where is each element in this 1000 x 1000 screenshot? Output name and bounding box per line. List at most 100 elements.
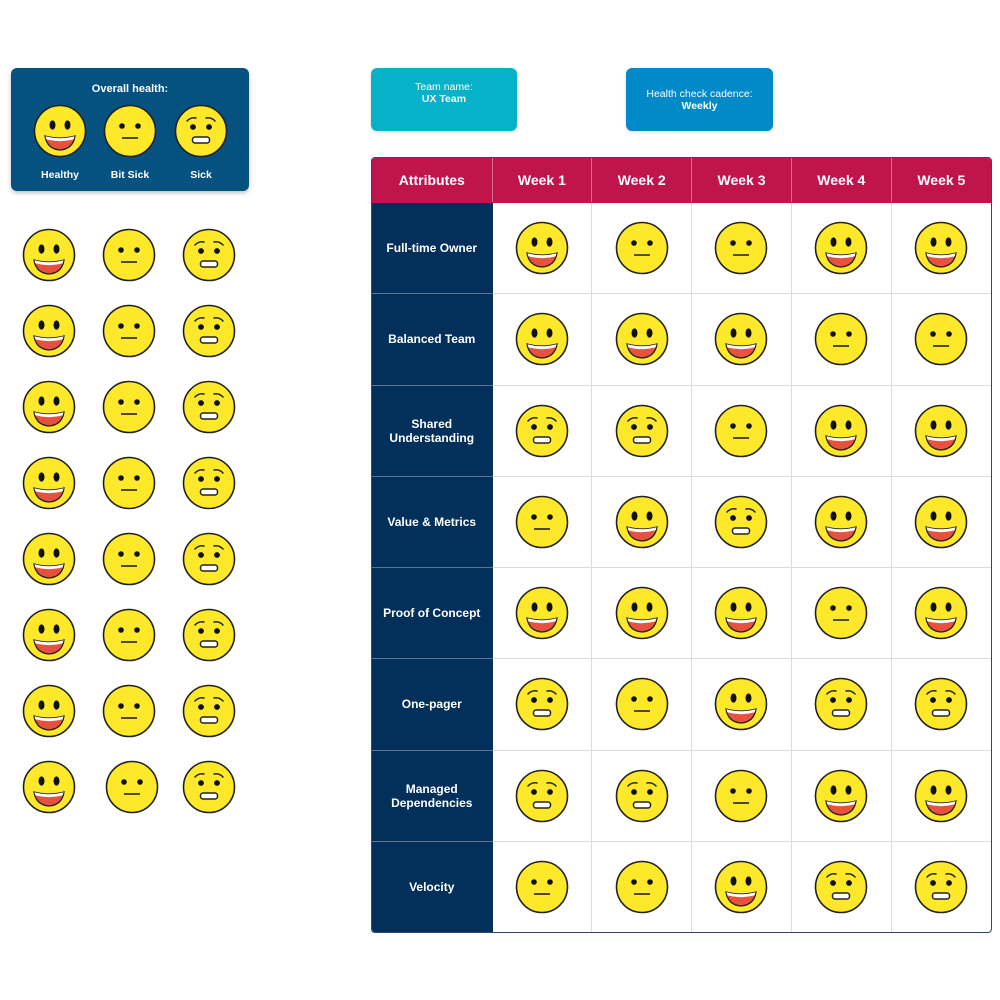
healthy-face-icon: [914, 495, 968, 549]
week-4-cell[interactable]: [791, 293, 892, 386]
week-2-cell[interactable]: [591, 293, 693, 386]
healthy-face-icon[interactable]: [22, 760, 76, 814]
week-4-cell[interactable]: [791, 841, 892, 932]
healthy-face-icon: [714, 860, 768, 914]
legend-label: Sick: [190, 169, 212, 181]
bit-sick-face-icon[interactable]: [102, 684, 156, 738]
week-3-cell[interactable]: [691, 841, 792, 932]
week-1-cell[interactable]: [492, 841, 593, 932]
week-1-cell[interactable]: [492, 385, 593, 477]
table-row: Proof of Concept: [372, 567, 991, 660]
week-2-cell[interactable]: [591, 841, 693, 932]
week-2-cell[interactable]: [591, 567, 693, 660]
week-5-cell[interactable]: [891, 202, 991, 295]
healthy-face-icon[interactable]: [22, 228, 76, 282]
legend-label: Bit Sick: [110, 169, 150, 181]
week-1-cell[interactable]: [492, 476, 593, 569]
healthy-face-icon: [714, 586, 768, 640]
week-2-cell[interactable]: [591, 202, 693, 295]
header-week-1: Week 1: [492, 158, 593, 203]
table-row: Value & Metrics: [372, 476, 991, 569]
week-5-cell[interactable]: [891, 750, 991, 842]
healthy-face-icon: [615, 495, 669, 549]
bit-sick-face-icon: [515, 860, 569, 914]
sick-face-icon[interactable]: [182, 608, 236, 662]
team-name-card: Team name: UX Team: [371, 68, 517, 131]
bit-sick-face-icon[interactable]: [102, 380, 156, 434]
week-5-cell[interactable]: [891, 385, 991, 477]
week-1-cell[interactable]: [492, 567, 593, 660]
sick-face-icon[interactable]: [182, 380, 236, 434]
bit-sick-face-icon[interactable]: [102, 456, 156, 510]
sick-face-icon: [174, 104, 228, 158]
week-1-cell[interactable]: [492, 750, 593, 842]
week-4-cell[interactable]: [791, 385, 892, 477]
week-3-cell[interactable]: [691, 476, 792, 569]
sick-face-icon: [814, 677, 868, 731]
week-2-cell[interactable]: [591, 750, 693, 842]
healthy-face-icon[interactable]: [22, 608, 76, 662]
healthy-face-icon[interactable]: [22, 380, 76, 434]
week-2-cell[interactable]: [591, 658, 693, 751]
healthy-face-icon[interactable]: [22, 532, 76, 586]
week-5-cell[interactable]: [891, 476, 991, 569]
header-week-3: Week 3: [691, 158, 792, 203]
week-3-cell[interactable]: [691, 293, 792, 386]
week-3-cell[interactable]: [691, 658, 792, 751]
table-row: One-pager: [372, 658, 991, 751]
legend-item-bit-sick: Bit Sick: [100, 104, 160, 181]
bit-sick-face-icon: [814, 312, 868, 366]
week-3-cell[interactable]: [691, 567, 792, 660]
attribute-label: Shared Understanding: [372, 385, 493, 477]
week-5-cell[interactable]: [891, 658, 991, 751]
attribute-label: Velocity: [372, 841, 493, 932]
healthy-face-icon: [615, 586, 669, 640]
table-row: Managed Dependencies: [372, 750, 991, 842]
sick-face-icon[interactable]: [182, 684, 236, 738]
week-3-cell[interactable]: [691, 385, 792, 477]
header-week-5: Week 5: [891, 158, 991, 203]
bit-sick-face-icon[interactable]: [102, 304, 156, 358]
sick-face-icon[interactable]: [182, 532, 236, 586]
week-4-cell[interactable]: [791, 202, 892, 295]
week-3-cell[interactable]: [691, 750, 792, 842]
week-1-cell[interactable]: [492, 202, 593, 295]
week-4-cell[interactable]: [791, 750, 892, 842]
legend-title: Overall health:: [91, 83, 169, 95]
week-2-cell[interactable]: [591, 385, 693, 477]
sick-face-icon[interactable]: [182, 456, 236, 510]
healthy-face-icon[interactable]: [22, 304, 76, 358]
sick-face-icon[interactable]: [182, 228, 236, 282]
header-attributes: Attributes: [372, 158, 493, 203]
healthy-face-icon: [714, 677, 768, 731]
week-4-cell[interactable]: [791, 476, 892, 569]
sick-face-icon: [615, 404, 669, 458]
week-2-cell[interactable]: [591, 476, 693, 569]
sick-face-icon: [914, 860, 968, 914]
healthy-face-icon[interactable]: [22, 456, 76, 510]
legend-label: Healthy: [41, 169, 79, 181]
week-5-cell[interactable]: [891, 293, 991, 386]
overall-health-legend: Overall health: Healthy Bit Sick Sick: [11, 68, 249, 191]
healthy-face-icon[interactable]: [22, 684, 76, 738]
sick-face-icon[interactable]: [182, 760, 236, 814]
week-1-cell[interactable]: [492, 293, 593, 386]
week-1-cell[interactable]: [492, 658, 593, 751]
bit-sick-face-icon[interactable]: [102, 228, 156, 282]
table-row: Velocity: [372, 841, 991, 932]
healthy-face-icon: [515, 221, 569, 275]
table-row: Full-time Owner: [372, 202, 991, 295]
bit-sick-face-icon[interactable]: [102, 608, 156, 662]
week-5-cell[interactable]: [891, 841, 991, 932]
bit-sick-face-icon[interactable]: [102, 532, 156, 586]
week-3-cell[interactable]: [691, 202, 792, 295]
week-4-cell[interactable]: [791, 658, 892, 751]
sick-face-icon[interactable]: [182, 304, 236, 358]
bit-sick-face-icon: [515, 495, 569, 549]
week-5-cell[interactable]: [891, 567, 991, 660]
healthy-face-icon: [914, 221, 968, 275]
bit-sick-face-icon[interactable]: [105, 760, 159, 814]
healthy-face-icon: [515, 586, 569, 640]
week-4-cell[interactable]: [791, 567, 892, 660]
sick-face-icon: [714, 495, 768, 549]
